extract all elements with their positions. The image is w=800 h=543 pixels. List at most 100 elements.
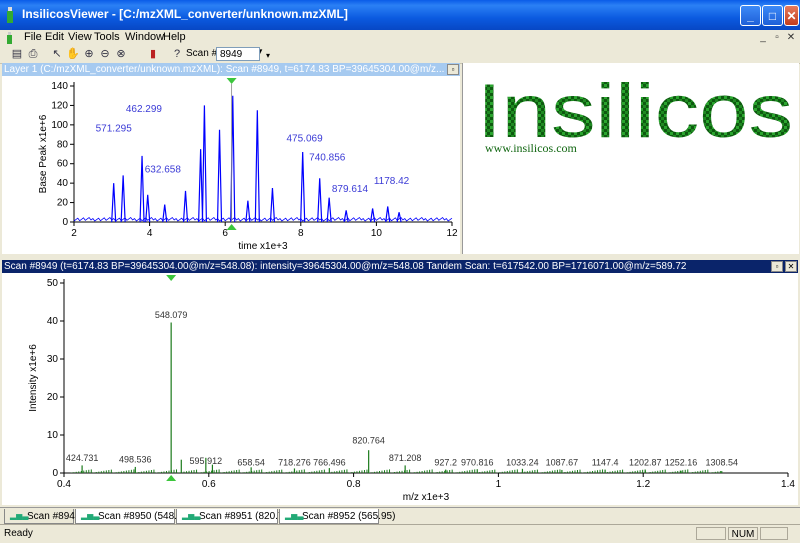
x-tick-label: 2: [71, 228, 77, 239]
spectrum-icon: ▂▅▃: [182, 511, 201, 520]
peak-label: 1252.16: [665, 457, 698, 467]
help-icon[interactable]: ?: [170, 47, 184, 61]
toolbar-overflow-icon[interactable]: ▾: [266, 51, 270, 60]
peak-label: 820.764: [352, 435, 385, 445]
chromatogram-trace: [73, 216, 453, 222]
y-tick-label: 50: [47, 278, 59, 289]
peak-label: 1202.87: [629, 457, 662, 467]
y-tick-label: 0: [52, 468, 58, 479]
top-pane[interactable]: 0 20 40 60 80 100 120 140 2 4 6 8 10 12 time x1e+3 Base…: [2, 19, 460, 254]
y-tick-label: 10: [47, 430, 59, 441]
menu-edit[interactable]: Edit: [45, 31, 64, 43]
zoom-out-icon[interactable]: ⊖: [98, 47, 112, 61]
logo-url[interactable]: www.insilicos.com: [485, 141, 577, 156]
peak-label: 740.856: [309, 153, 346, 164]
close-button[interactable]: ✕: [784, 5, 799, 26]
x-tick-label: 1.4: [781, 479, 795, 490]
spectrum-icon: ▂▅▃: [81, 511, 100, 520]
menu-file[interactable]: File: [24, 31, 42, 43]
peak-label: 424.731: [66, 453, 99, 463]
y-tick-label: 140: [51, 81, 68, 92]
x-tick-label: 10: [371, 228, 383, 239]
pointer-icon[interactable]: ↖: [50, 47, 64, 61]
chromatogram-peak: [317, 178, 323, 223]
peak-label: 1147.4: [592, 457, 619, 467]
scan-number-input[interactable]: 8949: [216, 47, 260, 61]
scan-marker-bottom: [166, 475, 177, 481]
y-tick-label: 40: [47, 316, 59, 327]
tab-label: Scan #8949: [27, 511, 81, 522]
scan-label: Scan #: [186, 48, 218, 59]
peak-label: 871.208: [389, 453, 422, 463]
toolbar: ▤ ⎙ ↖ ✋ ⊕ ⊖ ⊗ ▮ ? Scan # ▼ ▾: [0, 45, 800, 64]
tab-scan-8952[interactable]: ▂▅▃ Scan #8952 (565.95): [279, 509, 395, 524]
x-tick-label: 0.6: [202, 479, 216, 490]
bottom-pane-header: Scan #8949 (t=6174.83 BP=39645304.00@m/z…: [2, 260, 798, 273]
tab-scan-8949[interactable]: ▂▅▃ Scan #8949: [4, 509, 80, 524]
peak-label: 1178.42: [374, 176, 410, 187]
y-tick-label: 60: [57, 159, 69, 170]
x-tick-label: 1: [496, 479, 502, 490]
y-axis-label: Intensity x1e+6: [28, 344, 39, 412]
open-icon[interactable]: ▤: [10, 47, 24, 61]
x-tick-label: 1.2: [636, 479, 650, 490]
peak-label: 595.912: [190, 456, 223, 466]
title-bar[interactable]: InsilicosViewer - [C:/mzXML_converter/un…: [0, 0, 800, 30]
status-bar: Ready NUM: [0, 524, 800, 543]
menu-view[interactable]: View: [68, 31, 92, 43]
x-tick-label: 12: [446, 228, 458, 239]
x-tick-label: 8: [298, 228, 304, 239]
peak-label: 498.536: [119, 454, 152, 464]
menu-tools[interactable]: Tools: [94, 31, 120, 43]
bottom-pane-restore-button[interactable]: ▫: [771, 261, 783, 272]
peak-label: 632.658: [145, 164, 182, 175]
spectrum-chart[interactable]: 0 10 20 30 40 50 0.4 0.6 0.8 1 1.2 1.4 m/z x1e+3 Inte…: [2, 273, 798, 505]
hand-icon[interactable]: ✋: [66, 47, 80, 61]
chromatogram-chart[interactable]: 0204060801001201402 4 6 8 10 12time x1e+3Base…: [2, 19, 460, 254]
top-pane-restore-button[interactable]: ▫: [447, 64, 459, 75]
peak-label: 548.079: [155, 310, 188, 320]
y-axis-label: Base Peak x1e+6: [38, 114, 49, 193]
peak-label: 970.816: [461, 457, 494, 467]
peak-label: 1308.54: [705, 457, 738, 467]
bookmark-icon[interactable]: ▮: [146, 47, 160, 61]
bottom-pane[interactable]: 0 10 20 30 40 50 0.4 0.6 0.8 1 1.2 1.4 m/z x1e+3 Inte…: [2, 273, 798, 505]
tab-scan-8950[interactable]: ▂▅▃ Scan #8950 (548.08): [75, 509, 191, 524]
bottom-pane-close-button[interactable]: ✕: [785, 261, 797, 272]
chromatogram-peak: [182, 190, 189, 223]
menu-window[interactable]: Window: [125, 31, 164, 43]
y-tick-label: 20: [47, 392, 59, 403]
minimize-button[interactable]: _: [740, 5, 761, 26]
y-tick-label: 100: [51, 120, 68, 131]
x-tick-label: 0.4: [57, 479, 71, 490]
maximize-button[interactable]: □: [762, 5, 783, 26]
mdi-restore-button[interactable]: ▫: [770, 31, 784, 44]
y-tick-label: 0: [62, 217, 68, 228]
zoom-reset-icon[interactable]: ⊗: [114, 47, 128, 61]
y-tick-label: 30: [47, 354, 59, 365]
tab-scan-8951[interactable]: ▂▅▃ Scan #8951 (820.76): [176, 509, 292, 524]
menu-bar: File Edit View Tools Window Help _ ▫ ✕: [0, 30, 800, 45]
y-tick-label: 80: [57, 139, 69, 150]
x-tick-label: 0.8: [347, 479, 361, 490]
zoom-in-icon[interactable]: ⊕: [82, 47, 96, 61]
chromatogram-peak: [300, 152, 306, 223]
mdi-minimize-button[interactable]: _: [756, 31, 770, 44]
mdi-close-button[interactable]: ✕: [784, 31, 798, 44]
print-icon[interactable]: ⎙: [26, 47, 40, 61]
peak-label: 718.276: [278, 457, 311, 467]
bottom-pane-title: Scan #8949 (t=6174.83 BP=39645304.00@m/z…: [4, 261, 687, 272]
chromatogram-peak: [396, 212, 402, 223]
y-tick-label: 120: [51, 100, 68, 111]
status-num: NUM: [728, 527, 758, 540]
chromatogram-peak: [139, 155, 145, 223]
peak-label: 1087.67: [546, 457, 579, 467]
x-axis-label: time x1e+3: [238, 241, 288, 252]
menu-help[interactable]: Help: [163, 31, 186, 43]
tab-label: Scan #8952 (565.95): [302, 511, 396, 522]
status-cap: [696, 527, 726, 540]
peak-label: 1033.24: [506, 457, 539, 467]
spectrum-icon: ▂▅▃: [285, 511, 304, 520]
peak-label: 927.2: [434, 457, 457, 467]
logo-pane: Insilicos www.insilicos.com: [462, 63, 799, 254]
